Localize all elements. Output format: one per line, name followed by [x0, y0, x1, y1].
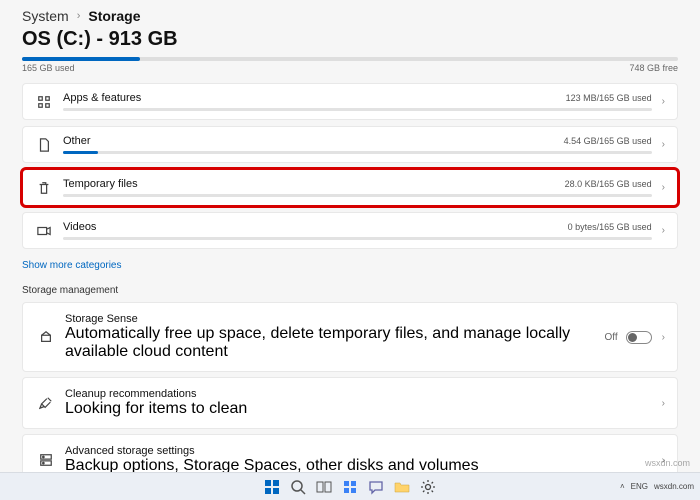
settings-icon[interactable] [416, 476, 440, 498]
chevron-right-icon: › [652, 225, 665, 236]
show-more-categories-link[interactable]: Show more categories [22, 260, 122, 271]
category-bar [63, 237, 652, 240]
category-label: Other [63, 135, 91, 147]
start-button[interactable] [260, 476, 284, 498]
widgets-icon[interactable] [338, 476, 362, 498]
chevron-right-icon: › [652, 332, 665, 343]
breadcrumb[interactable]: System › Storage [22, 8, 678, 24]
tray-lang[interactable]: ENG [631, 482, 648, 491]
drive-title: OS (C:) - 913 GB [22, 28, 678, 51]
breadcrumb-current: Storage [88, 8, 140, 24]
taskbar[interactable]: ˄ ENG wsxdn.com [0, 472, 700, 500]
drive-free-label: 748 GB free [629, 63, 678, 73]
chevron-right-icon: › [77, 10, 81, 22]
storage-category-apps-features[interactable]: Apps & features 123 MB/165 GB used› [22, 83, 678, 120]
mgmt-sub: Automatically free up space, delete temp… [65, 325, 605, 361]
storage-sense-toggle[interactable] [626, 331, 652, 344]
category-used: 0 bytes/165 GB used [568, 222, 652, 232]
tray-chevron-up-icon[interactable]: ˄ [620, 482, 625, 491]
category-used: 4.54 GB/165 GB used [564, 136, 652, 146]
mgmt-sub: Looking for items to clean [65, 400, 652, 418]
mgmt-label: Advanced storage settings [65, 445, 652, 457]
storage-category-other[interactable]: Other 4.54 GB/165 GB used› [22, 126, 678, 163]
video-icon [33, 224, 55, 238]
doc-icon [33, 138, 55, 152]
category-label: Apps & features [63, 92, 141, 104]
category-label: Videos [63, 221, 96, 233]
category-used: 123 MB/165 GB used [566, 93, 652, 103]
breadcrumb-parent[interactable]: System [22, 8, 69, 24]
search-icon[interactable] [286, 476, 310, 498]
category-bar [63, 108, 652, 111]
mgmt-cleanup-recommendations[interactable]: Cleanup recommendationsLooking for items… [22, 377, 678, 429]
mgmt-label: Cleanup recommendations [65, 388, 652, 400]
trash-icon [33, 181, 55, 195]
chevron-right-icon: › [652, 139, 665, 150]
system-tray[interactable]: ˄ ENG wsxdn.com [620, 472, 694, 500]
apps-icon [33, 95, 55, 109]
mgmt-label: Storage Sense [65, 313, 605, 325]
category-bar [63, 194, 652, 197]
category-label: Temporary files [63, 178, 138, 190]
chevron-right-icon: › [652, 398, 665, 409]
storage-management-heading: Storage management [22, 285, 678, 296]
tray-text: wsxdn.com [654, 482, 694, 491]
file-explorer-icon[interactable] [390, 476, 414, 498]
chevron-right-icon: › [652, 96, 665, 107]
storage-category-videos[interactable]: Videos 0 bytes/165 GB used› [22, 212, 678, 249]
storage-category-temporary-files[interactable]: Temporary files 28.0 KB/165 GB used› [22, 169, 678, 206]
drive-used-label: 165 GB used [22, 63, 75, 73]
advanced-icon [35, 453, 57, 467]
sense-icon [35, 330, 57, 344]
broom-icon [35, 396, 57, 410]
toggle-state-label: Off [605, 332, 626, 343]
task-view-icon[interactable] [312, 476, 336, 498]
category-used: 28.0 KB/165 GB used [565, 179, 652, 189]
drive-usage-bar [22, 57, 678, 61]
mgmt-storage-sense[interactable]: Storage SenseAutomatically free up space… [22, 302, 678, 372]
chevron-right-icon: › [652, 182, 665, 193]
watermark: wsxdn.com [645, 458, 690, 468]
chat-icon[interactable] [364, 476, 388, 498]
category-bar [63, 151, 652, 154]
